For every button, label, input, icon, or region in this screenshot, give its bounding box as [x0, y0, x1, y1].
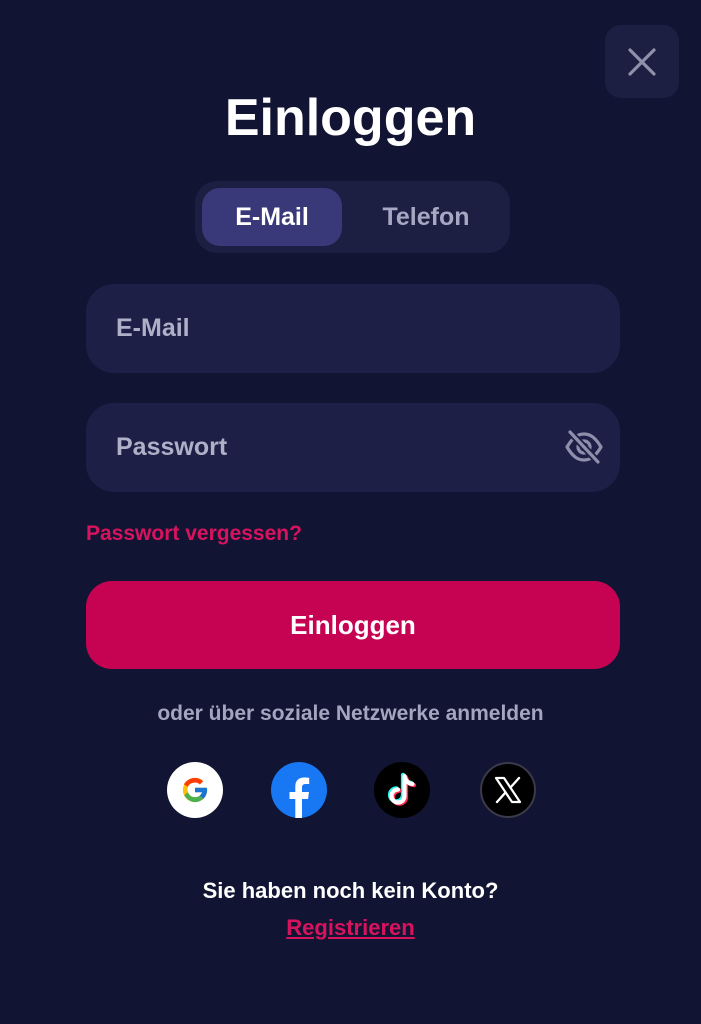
- login-button[interactable]: Einloggen: [86, 581, 620, 669]
- eye-off-icon[interactable]: [564, 430, 604, 464]
- no-account-text: Sie haben noch kein Konto?: [202, 878, 499, 903]
- email-field-container: [86, 284, 620, 373]
- password-field-container: [86, 403, 620, 492]
- facebook-icon: [271, 762, 327, 818]
- tab-email[interactable]: E-Mail: [202, 188, 342, 246]
- tab-phone[interactable]: Telefon: [349, 188, 503, 246]
- facebook-login-button[interactable]: [271, 762, 327, 818]
- register-link[interactable]: Registrieren: [0, 915, 701, 941]
- forgot-password-link[interactable]: Passwort vergessen?: [86, 522, 302, 546]
- x-icon: [480, 762, 536, 818]
- login-method-tabs: E-Mail Telefon: [195, 181, 510, 253]
- close-icon: [628, 47, 656, 76]
- x-login-button[interactable]: [480, 762, 536, 818]
- password-field[interactable]: [116, 403, 556, 492]
- tiktok-login-button[interactable]: [374, 762, 430, 818]
- email-field[interactable]: [116, 284, 556, 373]
- modal-title: Einloggen: [224, 89, 477, 147]
- tiktok-icon: [374, 762, 430, 818]
- social-login-text: oder über soziale Netzwerke anmelden: [157, 702, 544, 725]
- google-login-button[interactable]: [167, 762, 223, 818]
- google-icon: [167, 762, 223, 818]
